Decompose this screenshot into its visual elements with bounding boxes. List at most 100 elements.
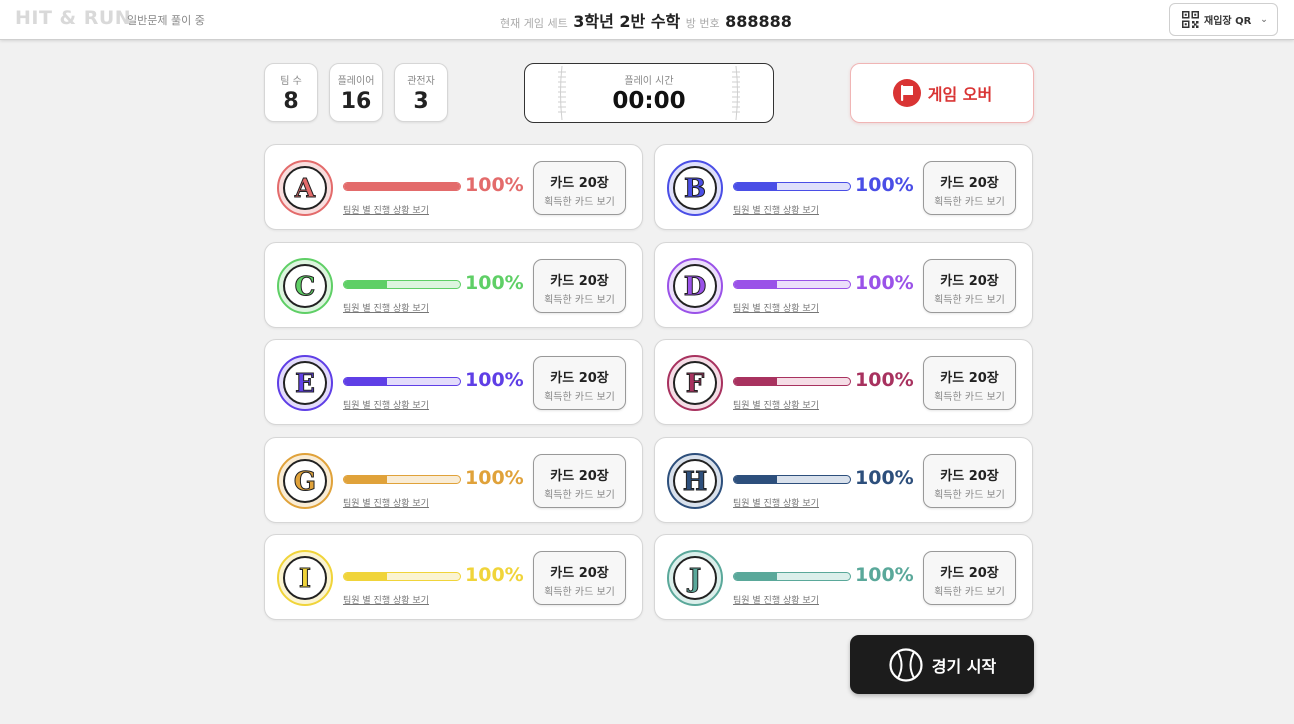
acquired-cards-button[interactable]: 카드 20장획득한 카드 보기	[533, 454, 626, 508]
team-progress-percent: 100%	[465, 369, 524, 391]
card-count-label: 카드 20장	[940, 566, 999, 581]
view-cards-label: 획득한 카드 보기	[934, 587, 1005, 598]
team-card: F 100% 팀원 별 진행 상황 보기 카드 20장 획득한 카드 보기	[654, 339, 1033, 425]
acquired-cards-button[interactable]: 카드 20장획득한 카드 보기	[533, 551, 626, 605]
spectator-count-box: 관전자 3	[394, 63, 448, 122]
view-cards-label: 획득한 카드 보기	[934, 392, 1005, 403]
team-progress-bar	[733, 377, 851, 386]
team-progress-bar	[733, 182, 851, 191]
member-progress-link[interactable]: 팀원 별 진행 상황 보기	[343, 593, 429, 606]
team-logo-icon: J	[667, 550, 723, 606]
chevron-down-icon: ⌄	[1260, 14, 1268, 25]
view-cards-label: 획득한 카드 보기	[544, 295, 615, 306]
qr-code-icon	[1182, 11, 1199, 28]
team-card: C 100% 팀원 별 진행 상황 보기 카드 20장획득한 카드 보기	[264, 242, 643, 328]
view-cards-label: 획득한 카드 보기	[544, 587, 615, 598]
card-count-label: 카드 20장	[940, 469, 999, 484]
member-progress-link[interactable]: 팀원 별 진행 상황 보기	[343, 301, 429, 314]
team-count-label: 팀 수	[280, 76, 302, 87]
room-label: 방 번호	[685, 17, 720, 30]
team-card: G 100% 팀원 별 진행 상황 보기 카드 20장 획득한 카드 보기	[264, 437, 643, 523]
member-progress-link[interactable]: 팀원 별 진행 상황 보기	[343, 398, 429, 411]
svg-text:J: J	[687, 564, 701, 594]
card-count-label: 카드 20장	[550, 469, 609, 484]
team-logo-icon: I	[277, 550, 333, 606]
baseball-seam-left-icon	[558, 66, 566, 120]
svg-text:E: E	[295, 369, 315, 399]
reentry-qr-button[interactable]: 재입장 QR ⌄	[1169, 3, 1278, 36]
start-game-button[interactable]: 경기 시작	[850, 635, 1034, 694]
acquired-cards-button[interactable]: 카드 20장 획득한 카드 보기	[923, 356, 1016, 410]
team-logo-icon: B	[667, 160, 723, 216]
team-progress-percent: 100%	[465, 272, 524, 294]
team-progress-percent: 100%	[855, 369, 914, 391]
room-value: 888888	[725, 12, 792, 31]
team-logo-icon: H	[667, 453, 723, 509]
acquired-cards-button[interactable]: 카드 20장획득한 카드 보기	[533, 161, 626, 215]
member-progress-link[interactable]: 팀원 별 진행 상황 보기	[733, 398, 819, 411]
view-cards-label: 획득한 카드 보기	[544, 197, 615, 208]
view-cards-label: 획득한 카드 보기	[934, 197, 1005, 208]
card-count-label: 카드 20장	[550, 371, 609, 386]
team-logo-icon: E	[277, 355, 333, 411]
view-cards-label: 획득한 카드 보기	[544, 392, 615, 403]
team-card: A 100% 팀원 별 진행 상황 보기 카드 20장획득한 카드 보기	[264, 144, 643, 230]
spectator-count-value: 3	[413, 89, 429, 114]
spectator-count-label: 관전자	[407, 76, 435, 87]
svg-text:F: F	[686, 369, 705, 399]
acquired-cards-button[interactable]: 카드 20장획득한 카드 보기	[923, 551, 1016, 605]
set-value: 3학년 2반 수학	[573, 12, 681, 31]
svg-text:I: I	[299, 564, 311, 594]
view-cards-label: 획득한 카드 보기	[544, 490, 615, 501]
view-cards-label: 획득한 카드 보기	[934, 490, 1005, 501]
game-info: 현재 게임 세트 3학년 2반 수학 방 번호 888888	[0, 8, 1294, 32]
member-progress-link[interactable]: 팀원 별 진행 상황 보기	[343, 203, 429, 216]
member-progress-link[interactable]: 팀원 별 진행 상황 보기	[343, 496, 429, 509]
team-card: I 100% 팀원 별 진행 상황 보기 카드 20장 획득한 카드 보기	[264, 534, 643, 620]
svg-text:D: D	[684, 272, 707, 302]
team-progress-bar	[733, 572, 851, 581]
team-progress-percent: 100%	[855, 174, 914, 196]
play-timer: 플레이 시간 00:00	[524, 63, 774, 123]
member-progress-link[interactable]: 팀원 별 진행 상황 보기	[733, 301, 819, 314]
player-count-label: 플레이어	[337, 76, 375, 87]
team-progress-bar	[343, 280, 461, 289]
top-bar: HIT & RUN 일반문제 풀이 중 현재 게임 세트 3학년 2반 수학 방…	[0, 0, 1294, 40]
card-count-label: 카드 20장	[940, 274, 999, 289]
team-progress-percent: 100%	[855, 467, 914, 489]
team-progress-percent: 100%	[855, 272, 914, 294]
team-count-value: 8	[283, 89, 299, 114]
acquired-cards-button[interactable]: 카드 20장획득한 카드 보기	[533, 259, 626, 313]
game-over-button[interactable]: 게임 오버	[850, 63, 1034, 123]
team-card: H 100% 팀원 별 진행 상황 보기 카드 20장획득한 카드 보기	[654, 437, 1033, 523]
team-card: E 100% 팀원 별 진행 상황 보기 카드 20장획득한 카드 보기	[264, 339, 643, 425]
team-progress-percent: 100%	[465, 174, 524, 196]
member-progress-link[interactable]: 팀원 별 진행 상황 보기	[733, 203, 819, 216]
card-count-label: 카드 20장	[550, 566, 609, 581]
card-count-label: 카드 20장	[550, 176, 609, 191]
svg-text:A: A	[294, 174, 316, 204]
flag-icon	[892, 79, 921, 107]
acquired-cards-button[interactable]: 카드 20장획득한 카드 보기	[923, 454, 1016, 508]
team-logo-icon: A	[277, 160, 333, 216]
svg-text:G: G	[294, 467, 316, 497]
team-progress-bar	[343, 182, 461, 191]
member-progress-link[interactable]: 팀원 별 진행 상황 보기	[733, 593, 819, 606]
card-count-label: 카드 20장	[550, 274, 609, 289]
team-progress-bar	[343, 572, 461, 581]
team-count-box: 팀 수 8	[264, 63, 318, 122]
member-progress-link[interactable]: 팀원 별 진행 상황 보기	[733, 496, 819, 509]
acquired-cards-button[interactable]: 카드 20장 획득한 카드 보기	[923, 161, 1016, 215]
baseball-icon	[889, 647, 923, 682]
team-card: B 100% 팀원 별 진행 상황 보기 카드 20장 획득한 카드 보기	[654, 144, 1033, 230]
team-logo-icon: G	[277, 453, 333, 509]
baseball-seam-right-icon	[732, 66, 740, 120]
acquired-cards-button[interactable]: 카드 20장 획득한 카드 보기	[923, 259, 1016, 313]
player-count-box: 플레이어 16	[329, 63, 383, 122]
svg-text:C: C	[295, 272, 316, 302]
team-card: J 100% 팀원 별 진행 상황 보기 카드 20장 획득한 카드 보기	[654, 534, 1033, 620]
svg-text:H: H	[683, 467, 708, 497]
set-label: 현재 게임 세트	[500, 17, 568, 30]
acquired-cards-button[interactable]: 카드 20장획득한 카드 보기	[533, 356, 626, 410]
team-progress-bar	[343, 475, 461, 484]
